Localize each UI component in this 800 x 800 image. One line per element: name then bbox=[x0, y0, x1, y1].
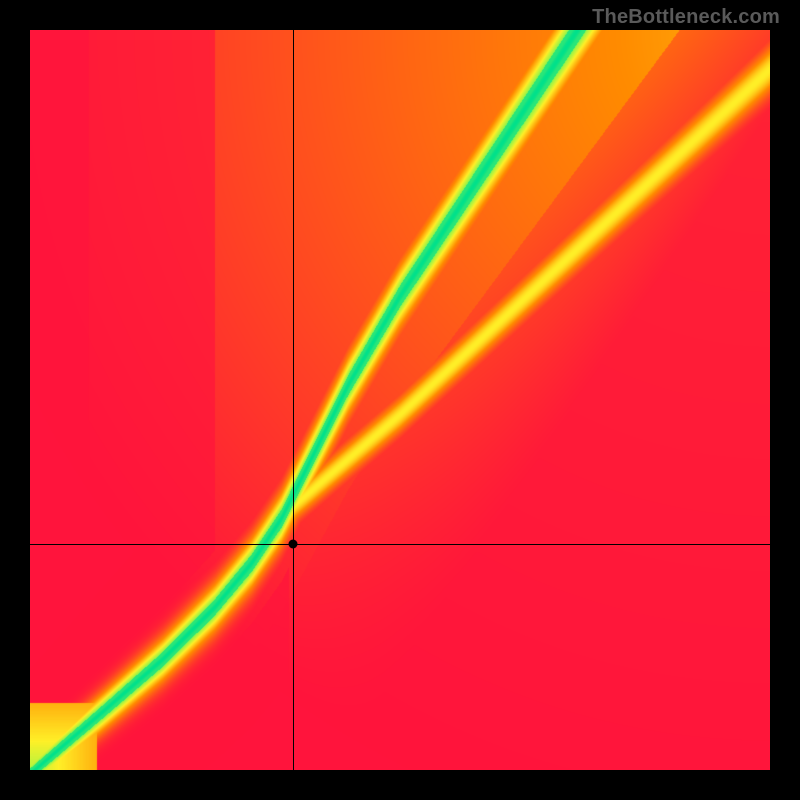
watermark-text: TheBottleneck.com bbox=[592, 6, 780, 29]
heatmap-canvas bbox=[30, 30, 770, 770]
plot-frame bbox=[30, 30, 770, 770]
chart-container: TheBottleneck.com bbox=[0, 0, 800, 800]
